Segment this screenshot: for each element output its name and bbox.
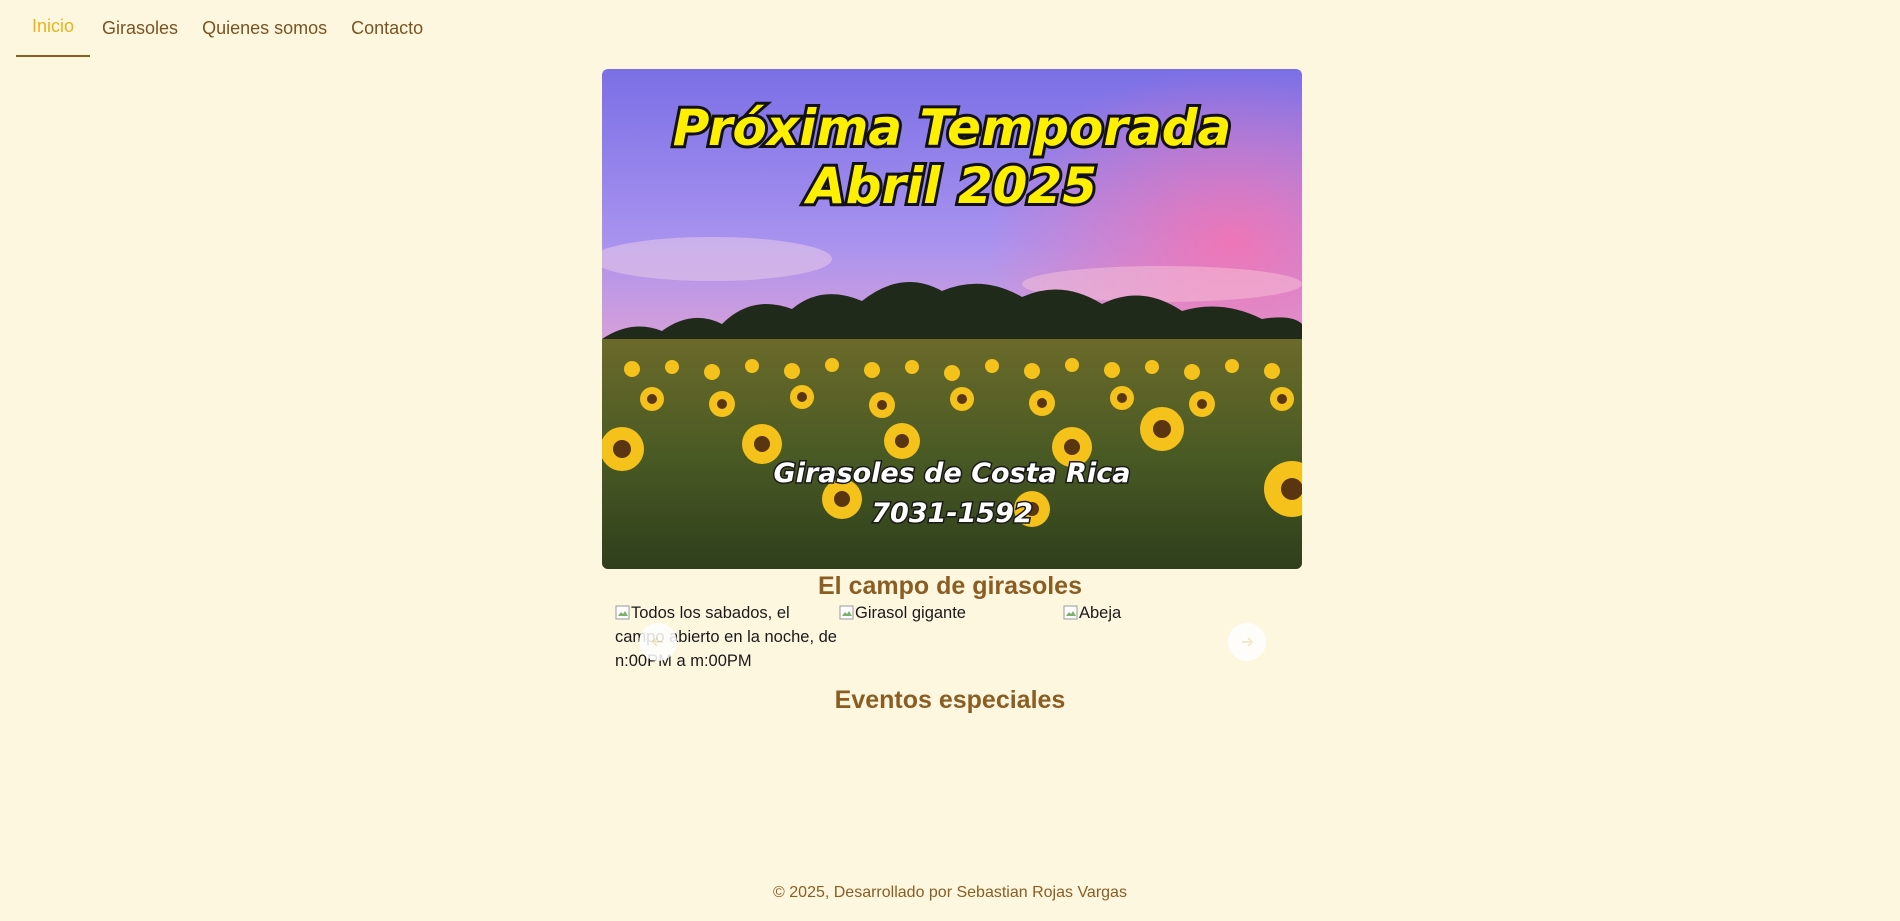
footer-text: © 2025, Desarrollado por Sebastian Rojas… <box>773 884 1127 901</box>
carousel-next-button[interactable] <box>1228 623 1266 661</box>
slide-alt-text: Abeja <box>1079 604 1122 622</box>
nav-item-label: Girasoles <box>102 18 179 38</box>
campo-title: El campo de girasoles <box>818 572 1082 600</box>
hero-image: Próxima Temporada Abril 2025 Girasoles d… <box>602 69 1302 569</box>
carousel-slide: Girasol gigante <box>839 601 1061 625</box>
arrow-right-icon <box>1239 634 1255 650</box>
hero-title-line1: Próxima Temporada <box>673 99 1232 157</box>
carousel: Todos los sabados, el campo abierto en l… <box>615 601 1295 681</box>
carousel-prev-button[interactable] <box>639 623 677 661</box>
hero-banner: Próxima Temporada Abril 2025 Girasoles d… <box>602 69 1302 569</box>
eventos-title: Eventos especiales <box>834 686 1066 714</box>
carousel-slide: Abeja <box>1063 601 1285 625</box>
hero-phone: 7031-1592 <box>871 498 1033 529</box>
broken-image-icon <box>615 604 631 620</box>
nav-item-quienes-somos[interactable]: Quienes somos <box>190 0 339 57</box>
main-nav: Inicio Girasoles Quienes somos Contacto <box>16 0 435 57</box>
nav-item-contacto[interactable]: Contacto <box>339 0 435 57</box>
nav-item-girasoles[interactable]: Girasoles <box>90 0 190 57</box>
arrow-left-icon <box>650 634 666 650</box>
broken-image-icon <box>1063 604 1079 620</box>
nav-item-label: Contacto <box>351 18 424 38</box>
nav-item-label: Inicio <box>32 16 75 36</box>
broken-image-icon <box>839 604 855 620</box>
nav-item-inicio[interactable]: Inicio <box>16 0 91 57</box>
nav-item-label: Quienes somos <box>202 18 328 38</box>
hero-title-line2: Abril 2025 <box>803 157 1097 215</box>
hero-brand: Girasoles de Costa Rica <box>774 458 1131 489</box>
slide-alt-text: Girasol gigante <box>855 604 966 622</box>
